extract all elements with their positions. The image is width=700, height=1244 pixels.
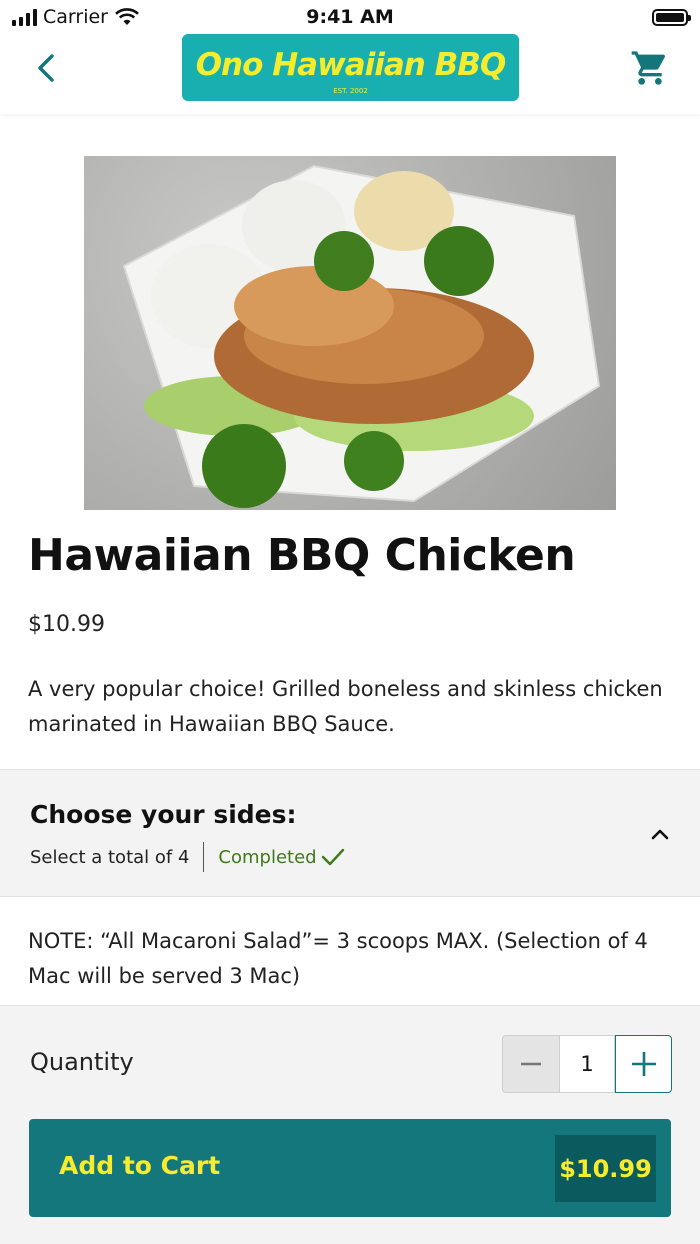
header: Ono Hawaiian BBQ EST. 2002	[0, 34, 700, 114]
cart-button[interactable]	[630, 48, 670, 88]
logo-est: EST. 2002	[333, 87, 368, 95]
note-text: NOTE: “All Macaroni Salad”= 3 scoops MAX…	[28, 929, 648, 988]
item-description: A very popular choice! Grilled boneless …	[28, 677, 663, 736]
plus-icon	[631, 1052, 656, 1076]
increment-button[interactable]	[615, 1035, 672, 1093]
add-to-cart-button[interactable]: Add to Cart $10.99	[29, 1119, 671, 1217]
brand-logo: Ono Hawaiian BBQ EST. 2002	[182, 34, 519, 101]
food-photo	[84, 156, 616, 510]
sides-status-label: Completed	[218, 846, 317, 868]
sides-subtitle: Select a total of 4 Completed	[30, 842, 345, 872]
checkmark-icon	[321, 848, 344, 866]
chevron-left-icon	[38, 54, 54, 82]
quantity-stepper: 1	[502, 1035, 672, 1093]
quantity-value[interactable]: 1	[559, 1035, 615, 1093]
quantity-label: Quantity	[30, 1048, 134, 1076]
sides-instruction: Select a total of 4	[30, 846, 190, 868]
status-time: 9:41 AM	[306, 6, 394, 28]
add-to-cart-label: Add to Cart	[59, 1151, 221, 1180]
bottom-bar: Quantity 1 Add to Cart $10.99	[0, 1005, 700, 1244]
decrement-button[interactable]	[502, 1035, 559, 1093]
battery-icon	[652, 9, 691, 26]
sides-accordion[interactable]: Choose your sides: Select a total of 4 C…	[0, 769, 700, 897]
add-to-cart-price: $10.99	[555, 1135, 656, 1202]
item-title: Hawaiian BBQ Chicken	[28, 530, 576, 581]
minus-icon	[521, 1062, 541, 1066]
sides-title: Choose your sides:	[30, 800, 297, 829]
sides-status: Completed	[218, 847, 344, 868]
item-price: $10.99	[28, 612, 105, 637]
cart-icon	[631, 51, 666, 85]
divider	[203, 842, 205, 872]
chevron-up-icon[interactable]	[648, 822, 672, 846]
plate-illustration	[122, 164, 601, 508]
status-bar: Carrier 9:41 AM	[0, 0, 700, 34]
back-button[interactable]	[26, 46, 70, 90]
